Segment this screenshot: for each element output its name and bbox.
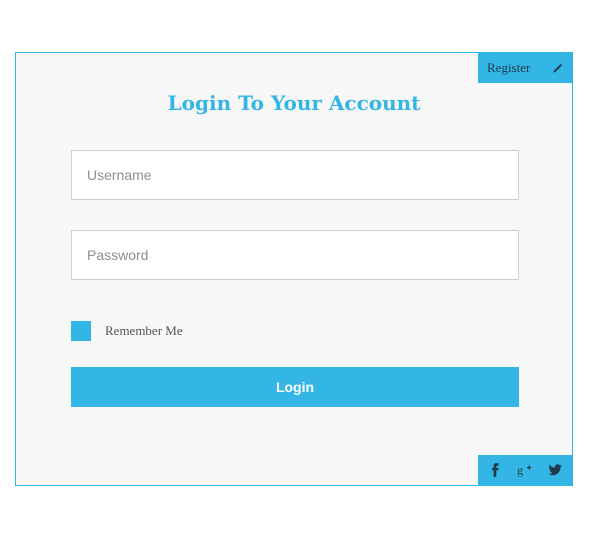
remember-me-checkbox[interactable]	[71, 321, 91, 341]
login-button[interactable]: Login	[71, 367, 519, 407]
username-input[interactable]	[71, 150, 519, 200]
remember-me-label: Remember Me	[105, 323, 183, 338]
page: Register Login To Your Account Remember …	[0, 0, 590, 536]
register-button[interactable]: Register	[478, 53, 572, 83]
twitter-icon[interactable]	[543, 458, 567, 482]
svg-text:g: g	[517, 463, 523, 477]
facebook-icon[interactable]	[483, 458, 507, 482]
remember-me-toggle[interactable]: Remember Me	[71, 321, 183, 341]
login-panel: Register Login To Your Account Remember …	[15, 52, 573, 486]
google-plus-icon[interactable]: g	[513, 458, 537, 482]
register-label: Register	[487, 60, 531, 75]
page-title: Login To Your Account	[167, 91, 421, 115]
pencil-icon	[552, 63, 563, 74]
password-input[interactable]	[71, 230, 519, 280]
social-login-bar: g	[478, 455, 572, 485]
